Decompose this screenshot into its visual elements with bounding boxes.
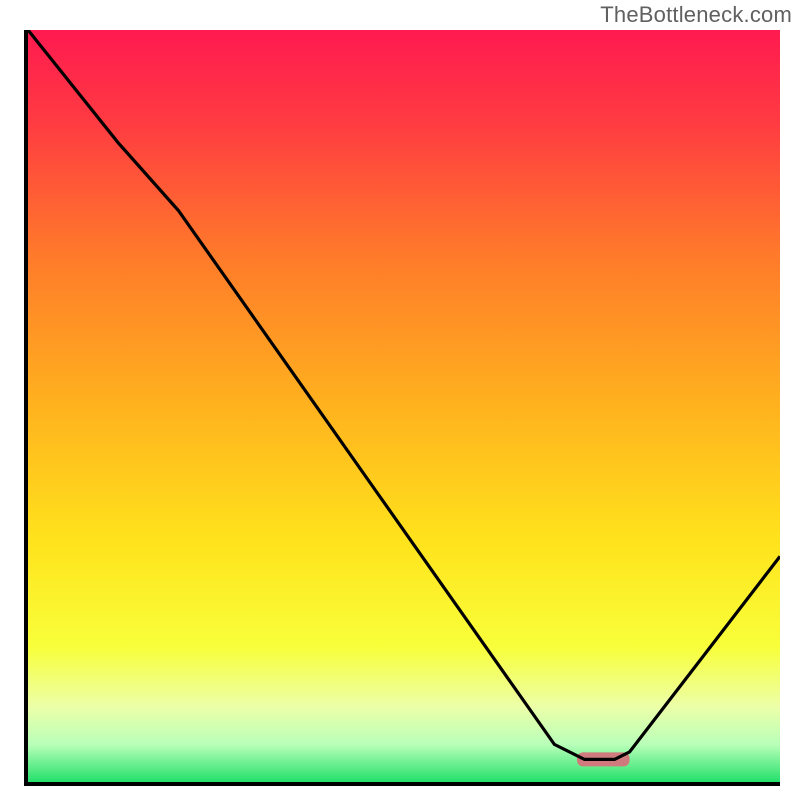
chart-svg bbox=[28, 30, 780, 782]
gradient-background bbox=[28, 30, 780, 782]
chart-container: TheBottleneck.com bbox=[0, 0, 800, 800]
plot-area bbox=[24, 30, 780, 786]
watermark-text: TheBottleneck.com bbox=[600, 2, 792, 28]
